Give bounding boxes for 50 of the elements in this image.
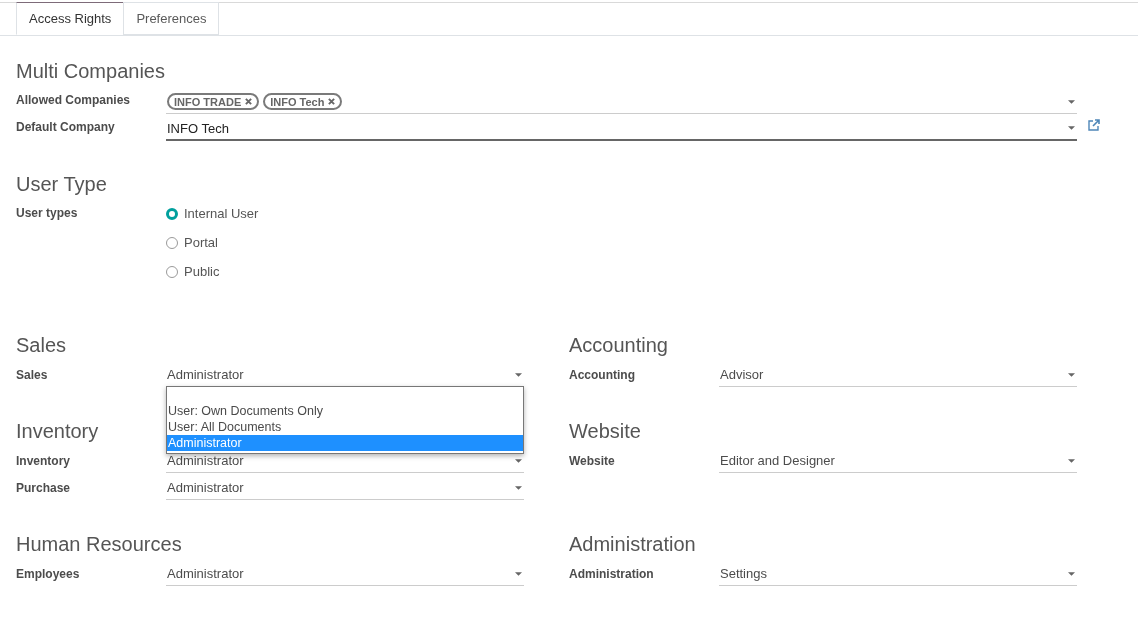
- radio-button[interactable]: [166, 265, 178, 278]
- select-field[interactable]: Advisor: [719, 363, 1077, 387]
- select-field[interactable]: INFO Tech: [166, 117, 1077, 141]
- field-label: Administration: [569, 566, 654, 581]
- field-label: Sales: [16, 367, 48, 382]
- tab[interactable]: Preferences: [123, 2, 220, 35]
- section-heading: User Type: [16, 172, 107, 197]
- radio-label: Internal User: [184, 206, 259, 221]
- select-field[interactable]: Administrator: [166, 449, 524, 473]
- field-label: Allowed Companies: [16, 93, 131, 107]
- dropdown-option[interactable]: User: All Documents: [167, 419, 523, 435]
- external-link-icon[interactable]: [1088, 119, 1100, 131]
- section-heading: Human Resources: [16, 532, 182, 557]
- caret-icon: [515, 485, 522, 490]
- field-label: Employees: [16, 566, 80, 581]
- caret-icon: [1068, 571, 1075, 576]
- field-label: Purchase: [16, 480, 71, 495]
- caret-icon: [1068, 458, 1075, 463]
- tag-label: INFO TRADE: [174, 95, 242, 108]
- tags-field[interactable]: INFO TRADE INFO Tech: [166, 90, 1077, 114]
- close-icon[interactable]: [328, 98, 336, 105]
- caret-icon: [1068, 99, 1075, 104]
- select-field[interactable]: Administrator: [166, 476, 524, 500]
- section-heading: Sales: [16, 333, 67, 358]
- section-heading: Accounting: [569, 333, 668, 358]
- section-heading: Website: [569, 419, 641, 444]
- radio-button[interactable]: [166, 236, 178, 249]
- select-field[interactable]: Administrator: [166, 562, 524, 586]
- caret-icon: [515, 458, 522, 463]
- field-label: Website: [569, 453, 615, 468]
- section-heading: Multi Companies: [16, 59, 165, 84]
- select-field[interactable]: Editor and Designer: [719, 449, 1077, 473]
- select-field[interactable]: Settings: [719, 562, 1077, 586]
- field-label: Default Company: [16, 120, 115, 134]
- radio-button[interactable]: [166, 207, 178, 220]
- close-icon[interactable]: [245, 98, 253, 105]
- radio-label: Portal: [184, 235, 218, 250]
- caret-icon: [515, 372, 522, 377]
- tag-label: INFO Tech: [270, 95, 325, 108]
- caret-icon: [1068, 372, 1075, 377]
- radio-label: Public: [184, 264, 220, 279]
- caret-icon: [515, 571, 522, 576]
- field-label: Accounting: [569, 367, 635, 382]
- section-heading: Inventory: [16, 419, 99, 444]
- tab[interactable]: Access Rights: [16, 2, 125, 35]
- caret-icon: [1068, 126, 1075, 130]
- section-heading: Administration: [569, 532, 696, 557]
- field-label: Inventory: [16, 453, 70, 468]
- field-label: User types: [16, 205, 78, 222]
- dropdown-option[interactable]: User: Own Documents Only: [167, 403, 523, 419]
